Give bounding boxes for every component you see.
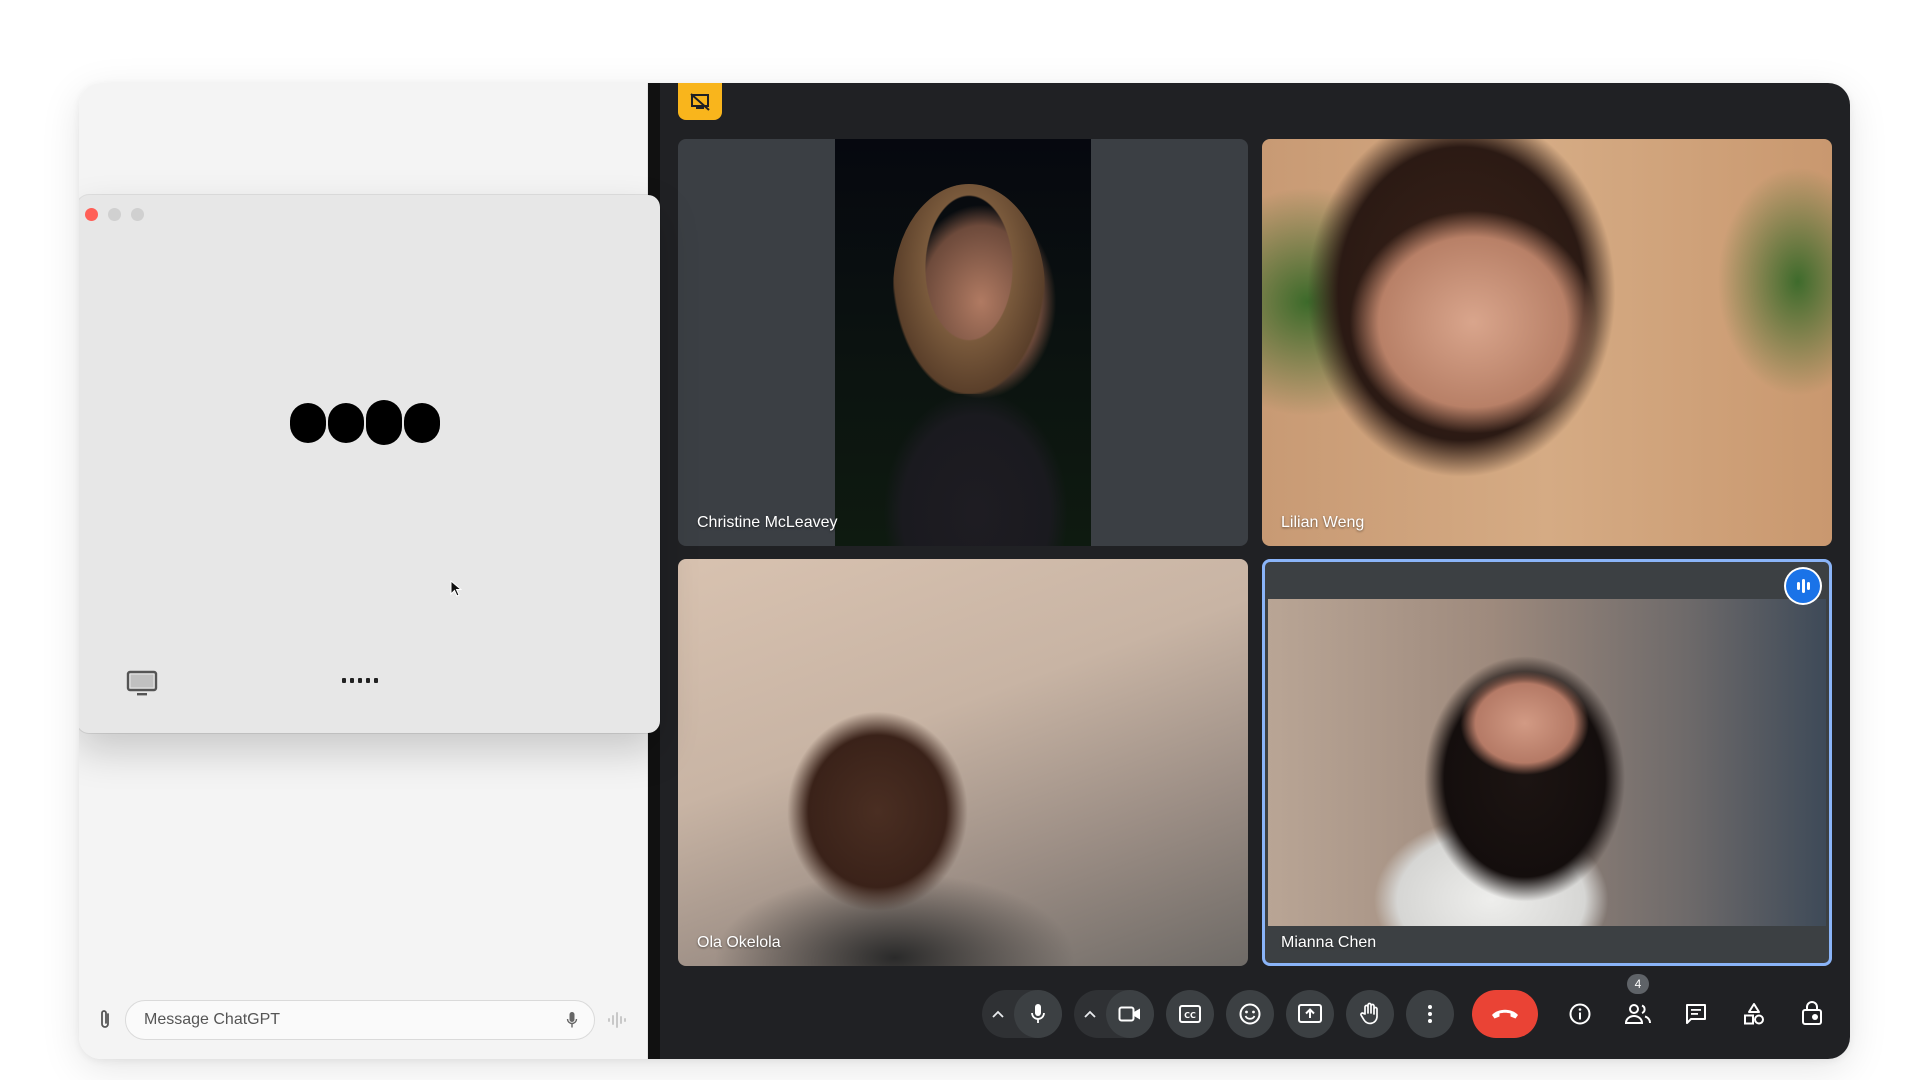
participant-tile-active-speaker[interactable]: Mianna Chen — [1262, 559, 1832, 966]
waveform-bar — [366, 400, 402, 445]
present-screen-button[interactable] — [1286, 990, 1334, 1038]
participant-tile[interactable]: Christine McLeavey — [678, 139, 1248, 546]
zoom-window-button[interactable] — [131, 208, 144, 221]
mouse-cursor-icon — [450, 580, 462, 598]
message-input[interactable] — [142, 1010, 566, 1030]
attach-icon[interactable] — [97, 1009, 113, 1031]
video-detail — [893, 184, 1045, 394]
people-count-badge: 4 — [1627, 974, 1649, 994]
meeting-tools: 4 — [1558, 974, 1834, 1039]
participant-name: Mianna Chen — [1281, 934, 1377, 951]
minimize-window-button[interactable] — [108, 208, 121, 221]
chevron-up-icon[interactable] — [982, 990, 1014, 1038]
camera-button[interactable] — [1106, 990, 1154, 1038]
more-options-icon[interactable] — [342, 678, 378, 683]
microphone-control — [982, 990, 1062, 1038]
microphone-button[interactable] — [1014, 990, 1062, 1038]
voice-mode-window — [79, 195, 660, 733]
waveform-bar — [404, 402, 440, 443]
waveform-bar — [328, 402, 364, 443]
chevron-up-icon[interactable] — [1074, 990, 1106, 1038]
close-window-button[interactable] — [85, 208, 98, 221]
window-controls — [85, 208, 144, 221]
waveform-bar — [290, 402, 326, 443]
participant-grid: Christine McLeavey Lilian Weng Ola Okelo… — [678, 139, 1833, 966]
participant-video — [1268, 599, 1826, 926]
composer — [97, 999, 629, 1041]
meeting-info-button[interactable] — [1558, 990, 1602, 1038]
end-call-button[interactable] — [1472, 990, 1538, 1038]
camera-control — [1074, 990, 1154, 1038]
people-button[interactable]: 4 — [1616, 974, 1660, 1038]
app-window: Christine McLeavey Lilian Weng Ola Okelo… — [79, 83, 1850, 1059]
audio-level-icon — [1786, 569, 1820, 603]
participant-tile[interactable]: Ola Okelola — [678, 559, 1248, 966]
captions-button[interactable]: CC — [1166, 990, 1214, 1038]
participant-tile[interactable]: Lilian Weng — [1262, 139, 1832, 546]
message-box[interactable] — [125, 1000, 595, 1040]
host-controls-button[interactable] — [1790, 990, 1834, 1038]
more-options-button[interactable] — [1406, 990, 1454, 1038]
activities-button[interactable] — [1732, 990, 1776, 1038]
voice-waveform — [290, 400, 440, 445]
chat-button[interactable] — [1674, 990, 1718, 1038]
participant-name: Christine McLeavey — [697, 514, 838, 531]
meet-pane: Christine McLeavey Lilian Weng Ola Okelo… — [648, 83, 1850, 1059]
no-screen-share-icon[interactable] — [678, 83, 722, 120]
screen-share-icon[interactable] — [126, 669, 158, 697]
microphone-icon[interactable] — [566, 1011, 578, 1029]
call-controls: CC — [982, 989, 1544, 1039]
chatgpt-pane — [79, 83, 660, 1059]
raise-hand-button[interactable] — [1346, 990, 1394, 1038]
svg-text:CC: CC — [1184, 1011, 1196, 1020]
voice-mode-icon[interactable] — [607, 1010, 629, 1030]
participant-name: Ola Okelola — [697, 934, 781, 951]
emoji-reaction-button[interactable] — [1226, 990, 1274, 1038]
participant-name: Lilian Weng — [1281, 514, 1365, 531]
